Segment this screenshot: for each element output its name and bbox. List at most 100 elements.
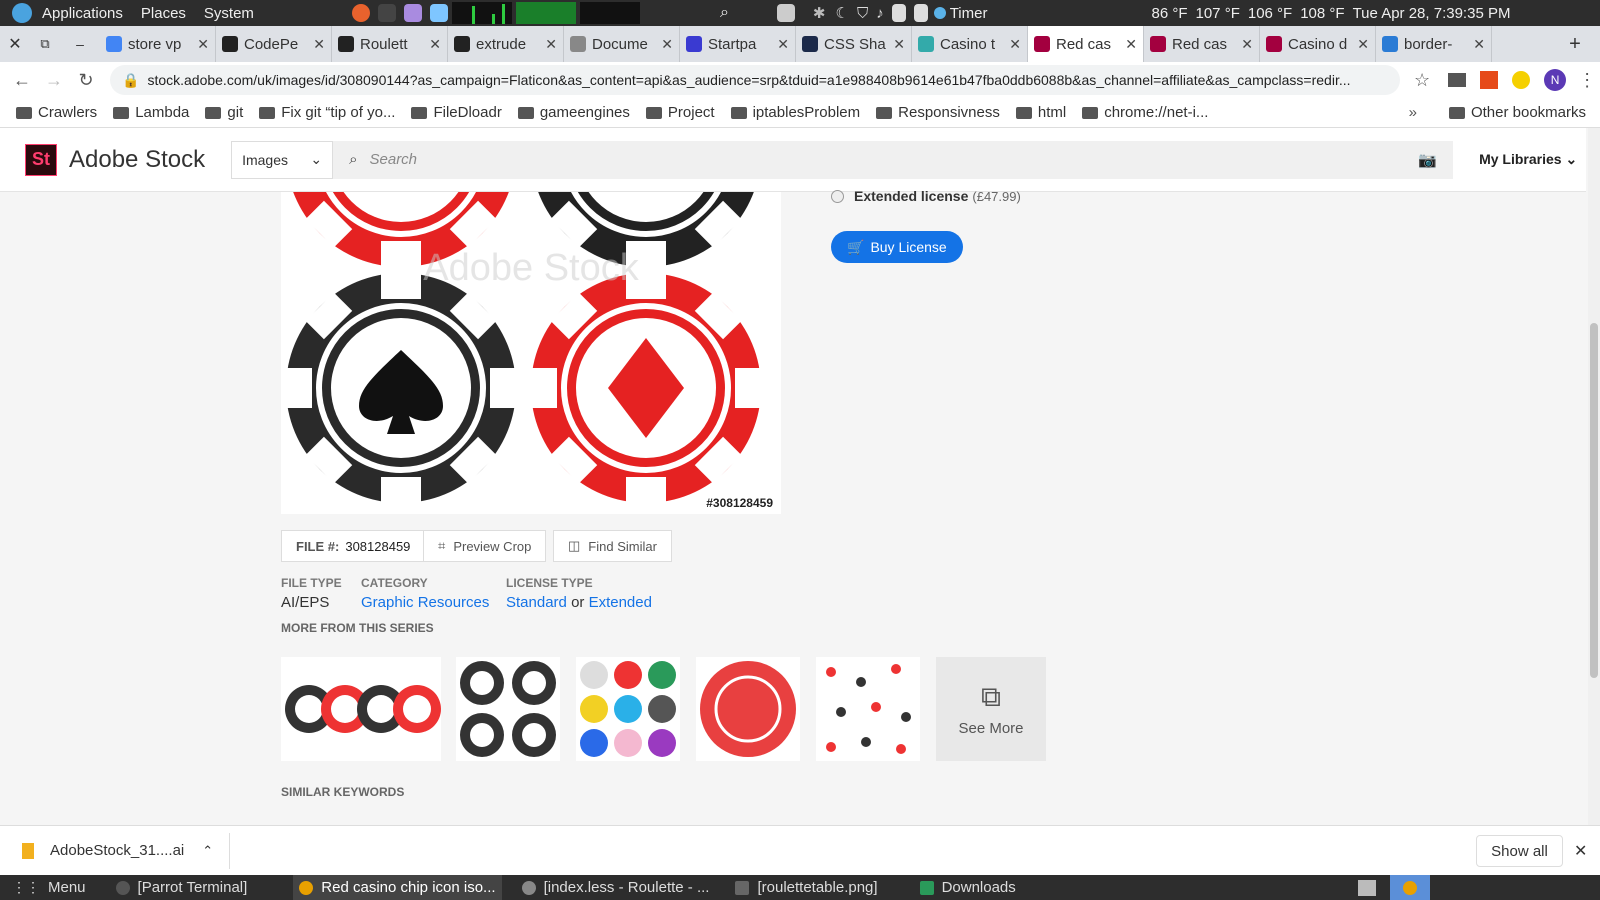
bookmark-9[interactable]: html <box>1015 104 1066 121</box>
bookmark-3[interactable]: Fix git “tip of yo... <box>259 104 395 121</box>
scrollbar-thumb[interactable] <box>1590 323 1598 678</box>
notes-icon[interactable] <box>429 4 448 22</box>
night-mode-icon[interactable]: ☾ <box>835 4 848 22</box>
task-downloads[interactable]: Downloads <box>914 875 1022 900</box>
terminal-icon[interactable] <box>377 4 396 22</box>
tab-4[interactable]: Docume ✕ <box>564 26 680 62</box>
series-thumb-black-chips[interactable] <box>456 657 560 761</box>
bookmarks-more[interactable]: » <box>1409 104 1417 121</box>
shield-icon[interactable]: ⛉ <box>857 5 868 22</box>
series-thumb-four-chips[interactable] <box>281 657 441 761</box>
download-filename[interactable]: AdobeStock_31....ai <box>50 842 184 859</box>
menu-system[interactable]: System <box>204 5 254 22</box>
stock-image-preview[interactable]: Adobe Stock #308128459 <box>281 192 781 514</box>
series-thumb-red-chip[interactable] <box>696 657 800 761</box>
tab-7[interactable]: Casino t ✕ <box>912 26 1028 62</box>
forward-arrow-icon[interactable]: → <box>38 70 70 91</box>
close-tab-icon[interactable]: ✕ <box>1473 36 1485 53</box>
volume-icon[interactable]: ♪ <box>876 5 884 22</box>
close-tab-icon[interactable]: ✕ <box>1009 36 1021 53</box>
brand-name[interactable]: Adobe Stock <box>69 146 205 174</box>
task-chrome[interactable]: Red casino chip icon iso... <box>293 875 502 900</box>
task-terminal[interactable]: [Parrot Terminal] <box>110 875 254 900</box>
grid-menu-icon[interactable]: ⋮⋮ <box>12 879 40 896</box>
bookmark-4[interactable]: FileDloadr <box>411 104 502 121</box>
new-tab-icon[interactable]: + <box>1550 33 1600 56</box>
tab-2[interactable]: Roulett ✕ <box>332 26 448 62</box>
menu-applications[interactable]: Applications <box>42 5 123 22</box>
close-tab-icon[interactable]: ✕ <box>313 36 325 53</box>
bookmark-star-icon[interactable]: ☆ <box>1414 70 1430 91</box>
buy-license-button[interactable]: 🛒 Buy License <box>831 231 963 263</box>
url-field[interactable]: 🔒 stock.adobe.com/uk/images/id/308090144… <box>110 65 1400 95</box>
bookmark-0[interactable]: Crawlers <box>16 104 97 121</box>
task-editor[interactable]: [index.less - Roulette - ... <box>516 875 716 900</box>
bookmark-10[interactable]: chrome://net-i... <box>1082 104 1208 121</box>
tab-1[interactable]: CodePe ✕ <box>216 26 332 62</box>
bookmark-6[interactable]: Project <box>645 104 715 121</box>
my-libraries-dropdown[interactable]: My Libraries ⌄ <box>1479 151 1577 168</box>
restore-window-icon[interactable]: ⧉ <box>30 36 60 52</box>
bookmark-2[interactable]: git <box>205 104 243 121</box>
see-more-button[interactable]: ⧉ See More <box>936 657 1046 761</box>
camera-search-icon[interactable]: 📷 <box>1418 151 1437 169</box>
preview-crop-button[interactable]: ⌗ Preview Crop <box>423 530 547 562</box>
tab-8[interactable]: Red cas ✕ <box>1028 26 1144 62</box>
bookmark-7[interactable]: iptablesProblem <box>730 104 860 121</box>
close-tab-icon[interactable]: ✕ <box>777 36 789 53</box>
category-select[interactable]: Images ⌄ <box>231 140 334 179</box>
close-tab-icon[interactable]: ✕ <box>545 36 557 53</box>
parrot-logo-icon[interactable] <box>12 3 32 23</box>
extension-2-icon[interactable] <box>1512 71 1531 89</box>
menu-places[interactable]: Places <box>141 5 186 22</box>
clock[interactable]: Tue Apr 28, 7:39:35 PM <box>1353 5 1511 22</box>
close-tab-icon[interactable]: ✕ <box>197 36 209 53</box>
search-icon[interactable]: ⌕ <box>720 4 729 22</box>
tray-chrome-icon[interactable] <box>1390 875 1430 900</box>
series-thumb-color-chips[interactable] <box>576 657 680 761</box>
extended-license-option[interactable]: Extended license (£47.99) <box>831 188 1021 204</box>
tab-11[interactable]: border- ✕ <box>1376 26 1492 62</box>
close-tab-icon[interactable]: ✕ <box>661 36 673 53</box>
find-similar-button[interactable]: ◫ Find Similar <box>553 530 672 562</box>
bookmark-8[interactable]: Responsivness <box>876 104 1000 121</box>
category-link[interactable]: Graphic Resources <box>361 594 489 611</box>
reload-icon[interactable]: ↻ <box>70 70 102 91</box>
license-standard-link[interactable]: Standard <box>506 594 567 611</box>
bookmark-other[interactable]: Other bookmarks <box>1448 104 1586 121</box>
close-tab-icon[interactable]: ✕ <box>1125 36 1137 53</box>
tab-0[interactable]: store vp ✕ <box>100 26 216 62</box>
task-image-viewer[interactable]: [roulettetable.png] <box>729 875 883 900</box>
display-icon[interactable] <box>913 4 928 22</box>
file-number-box[interactable]: FILE #: 308128459 <box>281 530 426 562</box>
close-tab-icon[interactable]: ✕ <box>1241 36 1253 53</box>
tab-5[interactable]: Startpa ✕ <box>680 26 796 62</box>
close-tab-icon[interactable]: ✕ <box>893 36 905 53</box>
tab-9[interactable]: Red cas ✕ <box>1144 26 1260 62</box>
taskbar-menu[interactable]: Menu <box>48 879 86 896</box>
page-scrollbar[interactable] <box>1588 128 1600 825</box>
show-all-button[interactable]: Show all <box>1476 835 1563 867</box>
extended-license-radio[interactable] <box>831 189 844 203</box>
tray-screenshot-icon[interactable] <box>1358 879 1376 896</box>
chevron-up-icon[interactable]: ⌃ <box>202 843 213 859</box>
tab-6[interactable]: CSS Sha ✕ <box>796 26 912 62</box>
profile-avatar[interactable]: N <box>1544 69 1567 91</box>
cast-icon[interactable] <box>1448 73 1467 87</box>
close-tab-icon[interactable]: ✕ <box>1357 36 1369 53</box>
bluetooth-icon[interactable]: ✱ <box>813 4 826 22</box>
extension-icon[interactable] <box>1480 71 1499 89</box>
screenshot-icon[interactable] <box>776 4 795 22</box>
close-tab-icon[interactable]: ✕ <box>429 36 441 53</box>
browser-menu-icon[interactable]: ⋮ <box>1578 70 1596 91</box>
minimize-window-icon[interactable]: – <box>60 36 100 52</box>
license-extended-link[interactable]: Extended <box>589 594 652 611</box>
timer-widget[interactable]: Timer <box>933 5 987 22</box>
series-thumb-pattern[interactable] <box>816 657 920 761</box>
bookmark-1[interactable]: Lambda <box>113 104 189 121</box>
editor-icon[interactable] <box>403 4 422 22</box>
firefox-icon[interactable] <box>351 4 370 22</box>
clipboard-icon[interactable] <box>891 4 906 22</box>
tab-3[interactable]: extrude ✕ <box>448 26 564 62</box>
adobe-stock-logo[interactable]: St <box>25 143 57 176</box>
